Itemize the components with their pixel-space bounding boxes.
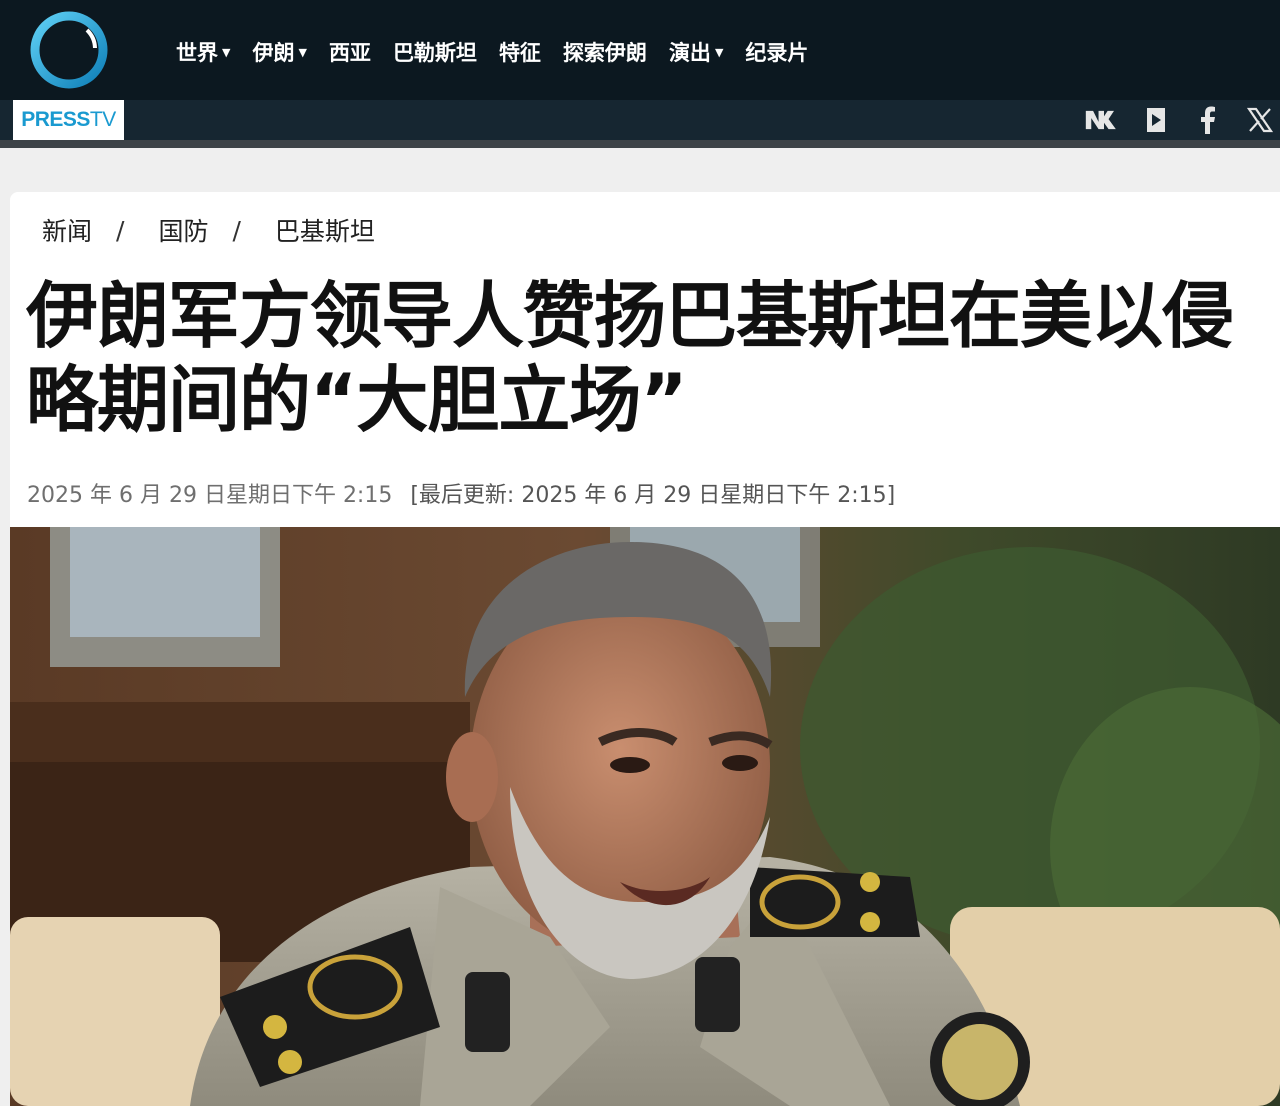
nav-item-iran[interactable]: 伊朗 ▼: [241, 37, 317, 67]
facebook-icon[interactable]: [1188, 100, 1228, 140]
vk-icon[interactable]: [1084, 100, 1124, 140]
article-photo: [10, 527, 1280, 1106]
presstv-logo[interactable]: PRESS TV: [13, 0, 124, 140]
chevron-down-icon: ▼: [714, 45, 724, 59]
header-divider: [0, 140, 1280, 148]
x-icon[interactable]: [1240, 100, 1280, 140]
chevron-down-icon: ▼: [298, 45, 307, 59]
site-header: PRESS TV 世界 ▼ 伊朗 ▼ 西亚 巴勒斯坦 特征 探索伊朗 演出 ▼ 纪录片: [0, 0, 1280, 148]
updated-date: [最后更新: 2025 年 6 月 29 日星期日下午 2:15]: [410, 483, 896, 508]
social-links: [1072, 100, 1280, 140]
nav-item-explore-iran[interactable]: 探索伊朗: [552, 37, 658, 67]
breadcrumb: 新闻 / 国防 / 巴基斯坦: [42, 212, 375, 248]
breadcrumb-separator: /: [232, 215, 241, 245]
nav-item-west-asia[interactable]: 西亚: [318, 37, 382, 67]
nav-item-palestine[interactable]: 巴勒斯坦: [382, 37, 488, 67]
logo-ring-icon: [30, 11, 108, 89]
breadcrumb-separator: /: [116, 215, 125, 245]
logo-wordmark: PRESS TV: [13, 100, 124, 140]
main-nav: 世界 ▼ 伊朗 ▼ 西亚 巴勒斯坦 特征 探索伊朗 演出 ▼ 纪录片: [165, 30, 819, 74]
breadcrumb-news[interactable]: 新闻: [42, 212, 92, 248]
nav-item-documentaries[interactable]: 纪录片: [734, 37, 819, 67]
nav-item-features[interactable]: 特征: [488, 37, 552, 67]
rumble-icon[interactable]: [1136, 100, 1176, 140]
article-card: 新闻 / 国防 / 巴基斯坦 伊朗军方领导人赞扬巴基斯坦在美以侵略期间的“大胆立…: [10, 192, 1280, 1106]
breadcrumb-defense[interactable]: 国防: [158, 212, 208, 248]
article-title: 伊朗军方领导人赞扬巴基斯坦在美以侵略期间的“大胆立场”: [26, 274, 1234, 442]
nav-item-world[interactable]: 世界 ▼: [165, 37, 241, 67]
chevron-down-icon: ▼: [222, 45, 231, 59]
article-dateline: 2025 年 6 月 29 日星期日下午 2:15 [最后更新: 2025 年 …: [27, 478, 895, 508]
nav-item-shows[interactable]: 演出 ▼: [658, 37, 734, 67]
published-date: 2025 年 6 月 29 日星期日下午 2:15: [27, 483, 393, 508]
breadcrumb-pakistan[interactable]: 巴基斯坦: [275, 212, 375, 248]
